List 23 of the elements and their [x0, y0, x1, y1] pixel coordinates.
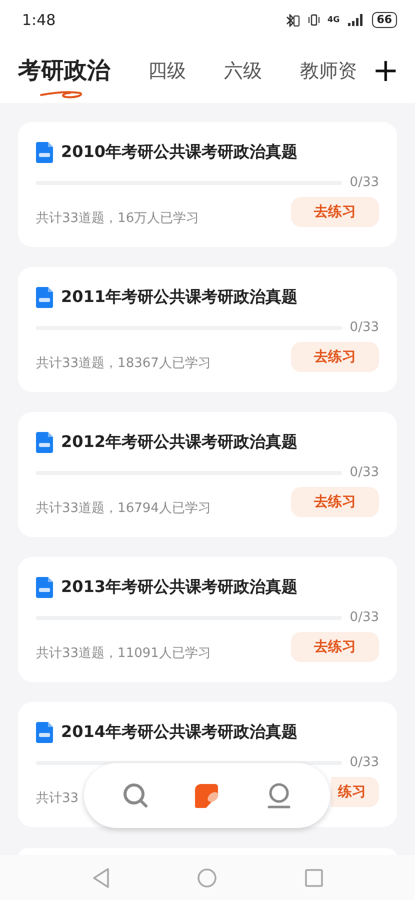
progress-count: 0/33 [350, 609, 379, 627]
stats-text: 共计33道题，16794人已学习 [36, 500, 211, 518]
progress-count: 0/33 [350, 319, 379, 337]
card-title: 2014年考研公共课考研政治真题 [61, 721, 298, 743]
progress-count: 0/33 [350, 174, 379, 192]
add-button[interactable]: + [372, 54, 399, 90]
stats-text: 共计33道题，11091人已学习 [36, 644, 211, 662]
progress-count: 0/33 [350, 464, 379, 482]
tab[interactable]: 六级 [224, 57, 262, 86]
card-title: 2013年考研公共课考研政治真题 [61, 576, 298, 598]
tab[interactable]: 考研政治 [18, 54, 110, 89]
clock: 1:48 [22, 10, 56, 31]
stats-text: 共计33道题，18367人已学习 [36, 354, 211, 372]
tab[interactable]: 教师资 [300, 57, 357, 86]
stats-text: 共计33道题，16万人已学习 [36, 210, 200, 228]
card-title: 2010年考研公共课考研政治真题 [61, 141, 298, 163]
tab[interactable]: 四级 [148, 57, 186, 86]
progress-count: 0/33 [350, 754, 379, 772]
card-title: 2011年考研公共课考研政治真题 [61, 286, 298, 308]
stats-text: 共计33 [36, 790, 79, 808]
battery-indicator: 66 [372, 12, 397, 28]
network-label: 4G [328, 14, 340, 26]
card-title: 2012年考研公共课考研政治真题 [61, 431, 298, 453]
